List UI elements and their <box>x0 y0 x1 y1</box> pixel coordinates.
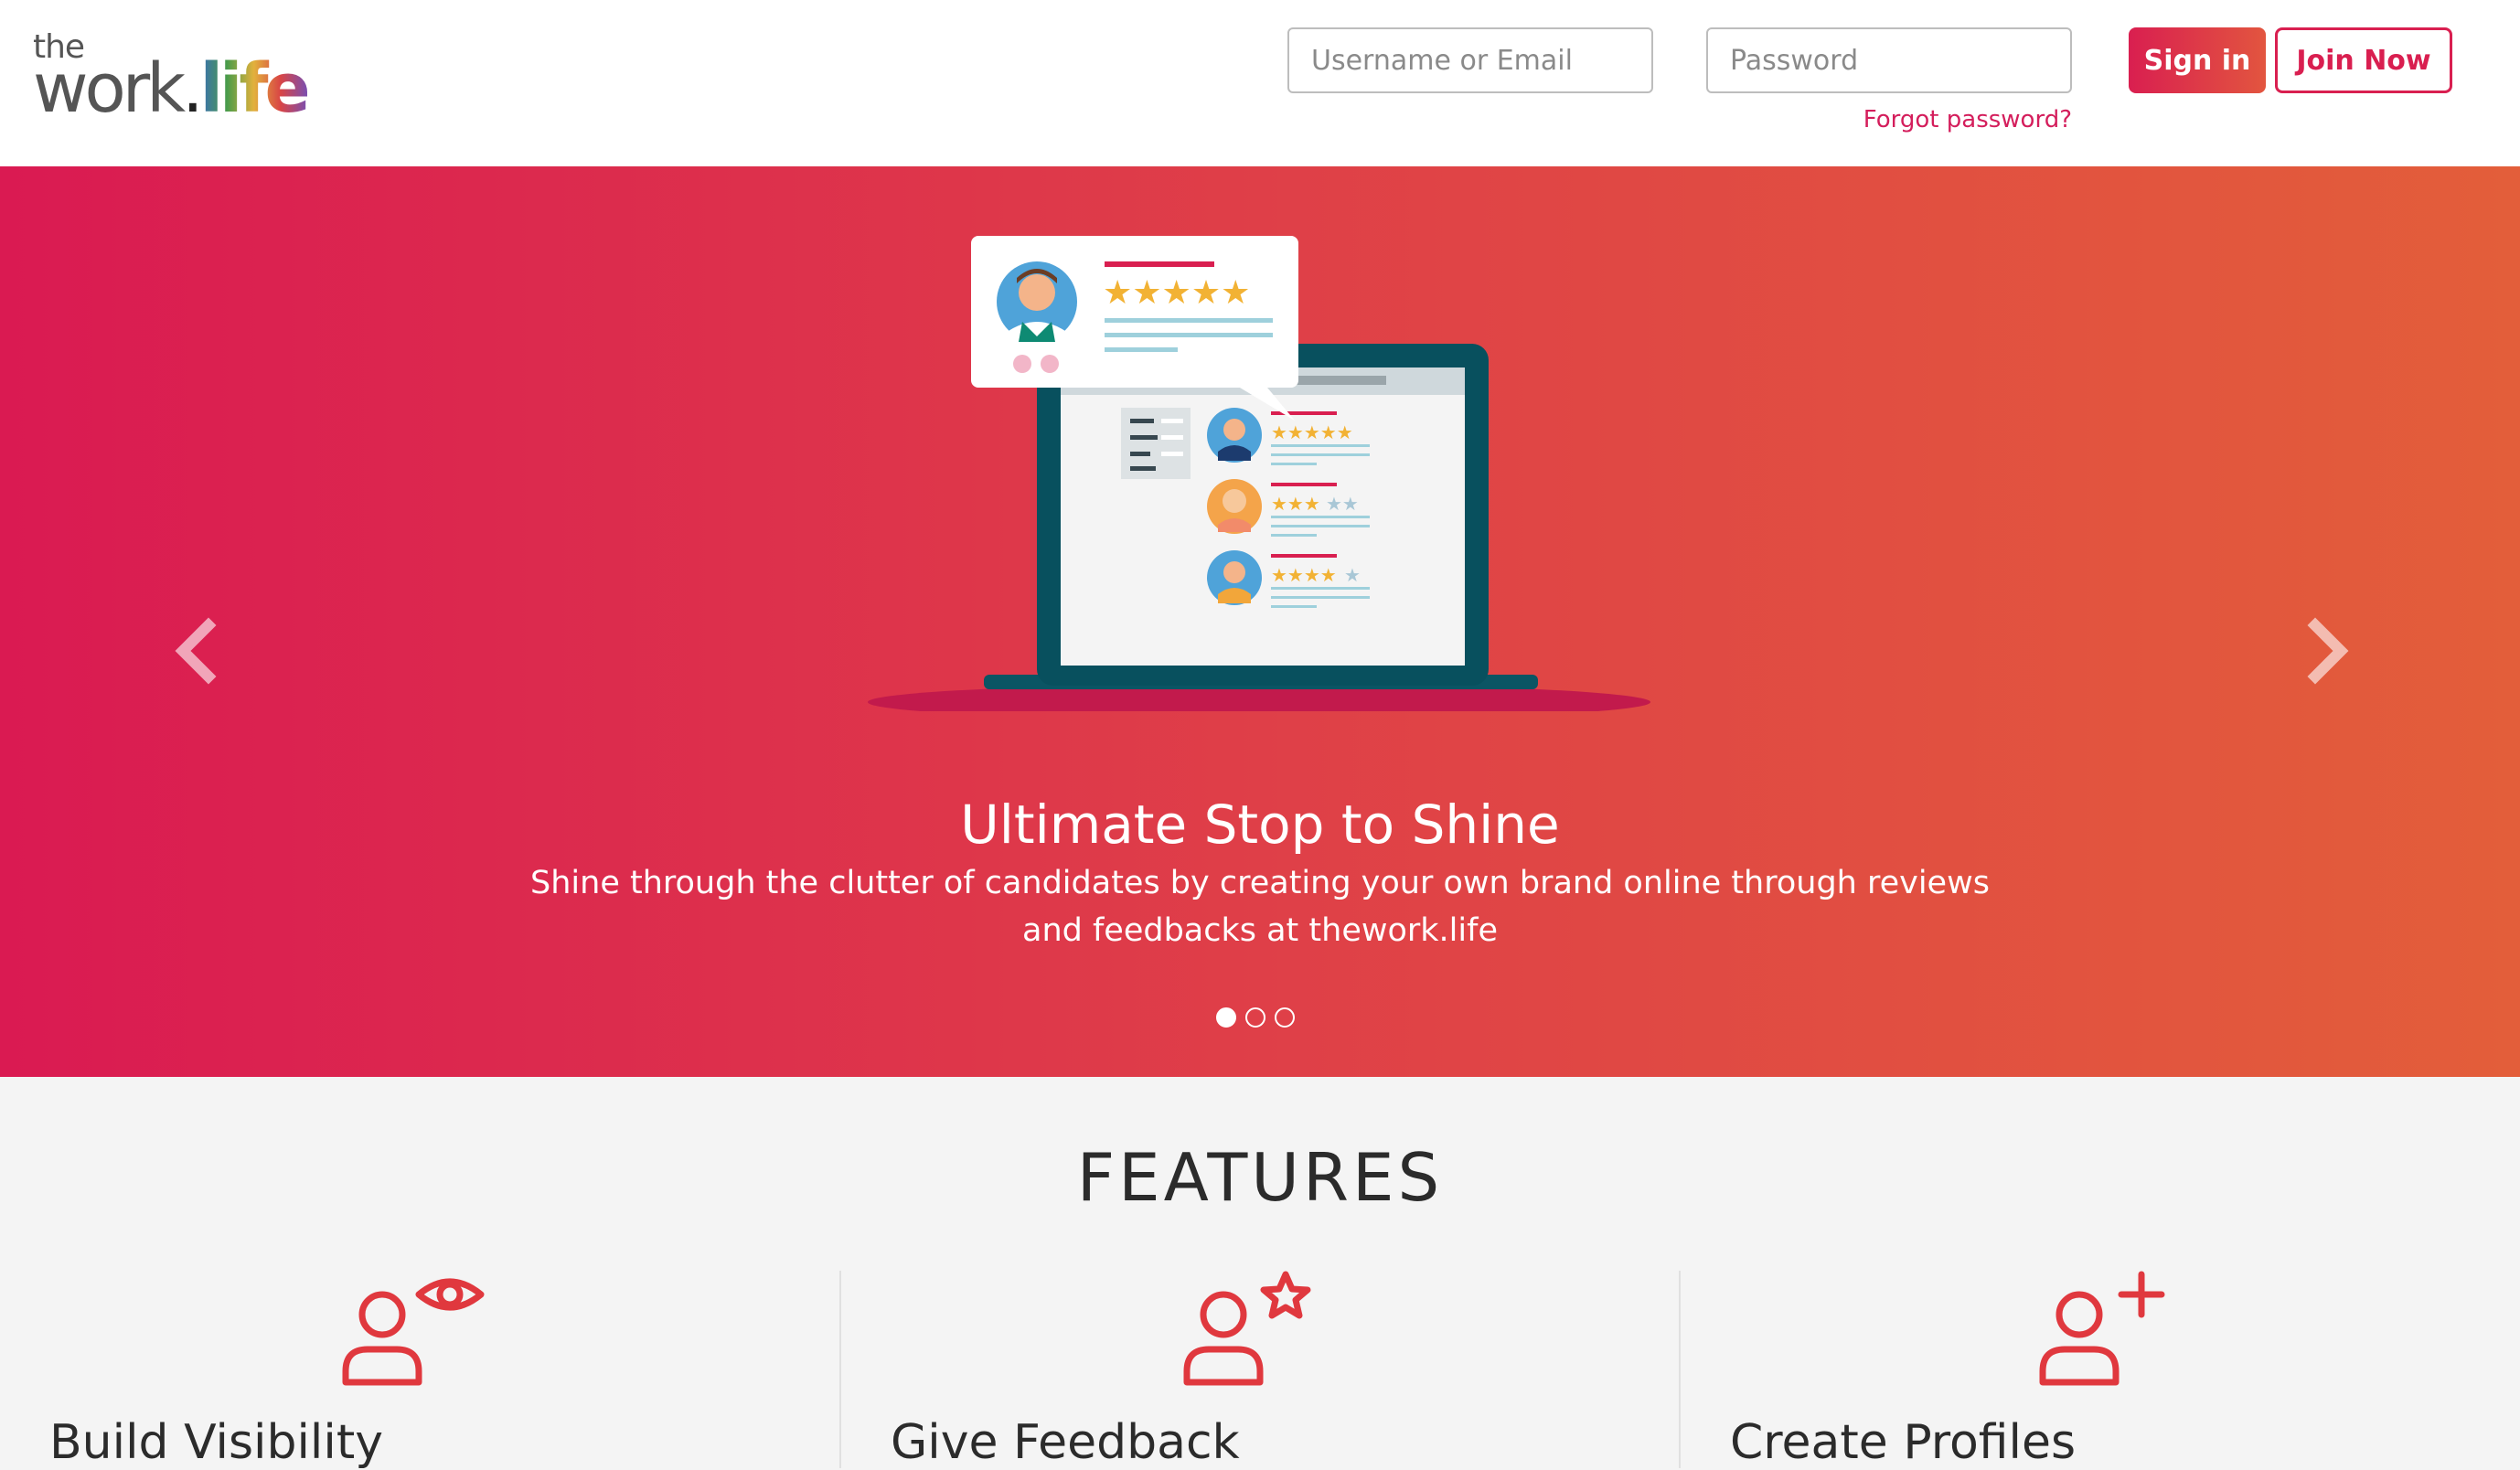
logo-tld: life <box>199 49 311 128</box>
feature-label: Create Profiles <box>1730 1415 2077 1470</box>
svg-text:★★★★★: ★★★★★ <box>1103 274 1250 312</box>
site-header: the work.life Forgot password? Sign in J… <box>0 0 2520 166</box>
site-logo[interactable]: the work.life <box>33 31 326 123</box>
logo-word: work <box>33 49 186 128</box>
svg-text:★: ★ <box>1344 564 1361 586</box>
password-input[interactable] <box>1706 27 2072 93</box>
carousel-indicator-3[interactable] <box>1275 1007 1295 1028</box>
user-plus-icon <box>2039 1271 2165 1386</box>
user-star-icon <box>1183 1271 1311 1386</box>
hero-carousel: ★★★★★ ★★★ ★★ ★★★★ ★ ★★★★★ Ultimate Stop … <box>0 166 2520 1077</box>
hero-title: Ultimate Stop to Shine <box>960 794 1560 856</box>
svg-text:★★★: ★★★ <box>1271 493 1320 515</box>
feature-label: Give Feedback <box>891 1415 1240 1470</box>
feature-create-profiles: Create Profiles <box>1679 1271 2518 1470</box>
carousel-indicator-1[interactable] <box>1216 1007 1236 1028</box>
svg-text:★★: ★★ <box>1326 493 1359 515</box>
chevron-right-icon[interactable] <box>2299 614 2354 687</box>
username-input[interactable] <box>1287 27 1653 93</box>
logo-wordmark: work.life <box>33 55 311 122</box>
features-heading: FEATURES <box>1076 1139 1444 1216</box>
carousel-indicators <box>1216 1007 1308 1031</box>
chevron-left-icon[interactable] <box>170 614 225 687</box>
svg-text:★★★★★: ★★★★★ <box>1271 421 1353 443</box>
user-eye-icon <box>342 1278 485 1386</box>
feature-build-visibility: Build Visibility <box>0 1271 839 1470</box>
hero-description: Shine through the clutter of candidates … <box>530 865 1990 949</box>
feature-give-feedback: Give Feedback <box>839 1271 1679 1470</box>
carousel-indicator-2[interactable] <box>1245 1007 1265 1028</box>
laptop-reviews-illustration: ★★★★★ ★★★ ★★ ★★★★ ★ ★★★★★ <box>868 236 1650 711</box>
join-now-button[interactable]: Join Now <box>2275 27 2452 93</box>
logo-dot: . <box>182 49 203 128</box>
svg-text:★★★★: ★★★★ <box>1271 564 1337 586</box>
feature-label: Build Visibility <box>49 1415 383 1470</box>
forgot-password-link[interactable]: Forgot password? <box>1706 106 2072 133</box>
sign-in-button[interactable]: Sign in <box>2129 27 2266 93</box>
